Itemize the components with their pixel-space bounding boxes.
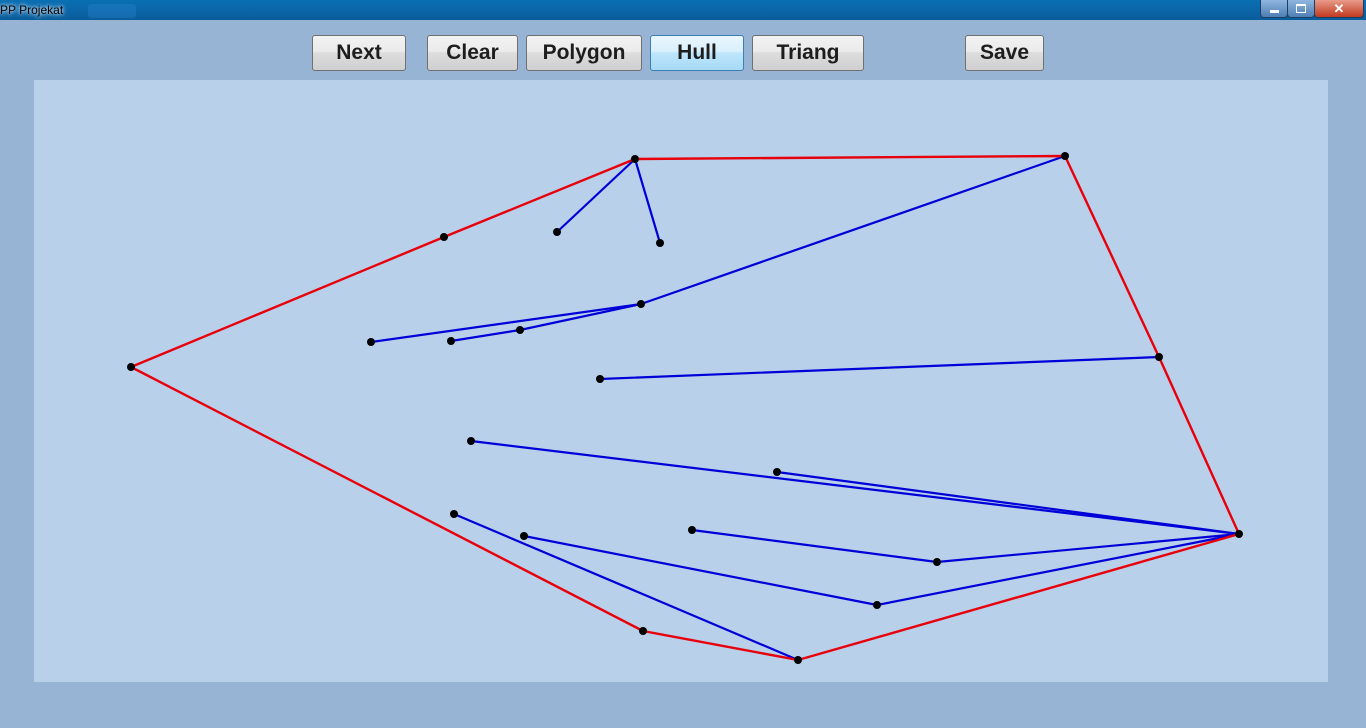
point	[467, 437, 475, 445]
point	[1155, 353, 1163, 361]
tree-edge	[875, 532, 1241, 607]
tree-edge	[633, 157, 662, 245]
point	[127, 363, 135, 371]
point	[656, 239, 664, 247]
point	[553, 228, 561, 236]
point	[520, 532, 528, 540]
convex-hull	[130, 154, 1241, 662]
tree-edge	[775, 470, 1241, 536]
tree-edge	[518, 302, 643, 332]
point	[933, 558, 941, 566]
geometry-layer	[127, 152, 1243, 664]
point	[637, 300, 645, 308]
tree-edge	[449, 328, 522, 343]
point	[773, 468, 781, 476]
point	[367, 338, 375, 346]
point	[794, 656, 802, 664]
point	[447, 337, 455, 345]
tree-edge	[639, 154, 1067, 306]
point	[516, 326, 524, 334]
point	[688, 526, 696, 534]
point	[873, 601, 881, 609]
point	[1235, 530, 1243, 538]
tree-edge	[690, 528, 939, 564]
point	[596, 375, 604, 383]
tree-edge	[555, 157, 637, 234]
point	[450, 510, 458, 518]
point	[1061, 152, 1069, 160]
tree-edge	[469, 439, 1241, 536]
tree-edge	[369, 302, 643, 344]
point	[440, 233, 448, 241]
point	[639, 627, 647, 635]
tree-edge	[598, 355, 1161, 381]
point	[631, 155, 639, 163]
tree-edge	[452, 512, 800, 662]
